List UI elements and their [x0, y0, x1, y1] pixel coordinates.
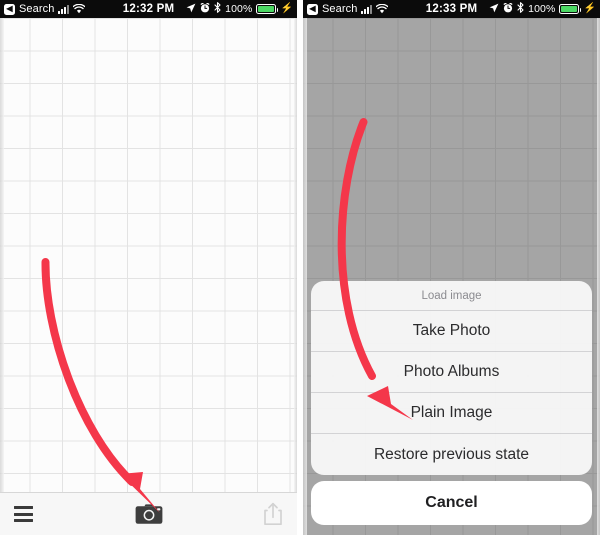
camera-button[interactable]	[104, 493, 194, 535]
alarm-clock-icon	[200, 2, 210, 16]
battery-percent-label: 100%	[225, 3, 253, 15]
menu-button[interactable]	[0, 493, 104, 535]
screenshot-stage: ◀ Search 12:32 PM 100% ⚡ ◀ Search 12:33 …	[0, 0, 600, 535]
location-arrow-icon	[186, 3, 196, 16]
share-icon[interactable]	[263, 502, 283, 526]
action-sheet-title: Load image	[311, 281, 592, 311]
canvas-left-edge-shadow	[0, 18, 4, 535]
action-sheet: Load image Take Photo Photo Albums Plain…	[311, 281, 592, 475]
alarm-clock-icon	[503, 2, 513, 16]
canvas-right-edge-shadow	[294, 18, 297, 535]
bottom-toolbar	[0, 492, 297, 535]
status-bar-left: ◀ Search 12:32 PM 100% ⚡	[0, 0, 297, 18]
action-sheet-cancel-button[interactable]: Cancel	[311, 481, 592, 525]
action-sheet-option-take-photo[interactable]: Take Photo	[311, 311, 592, 352]
bluetooth-icon	[214, 2, 221, 16]
action-sheet-option-photo-albums[interactable]: Photo Albums	[311, 352, 592, 393]
charging-bolt-icon: ⚡	[583, 3, 596, 14]
canvas-left-edge-shadow-right	[303, 18, 307, 535]
charging-bolt-icon: ⚡	[280, 3, 293, 14]
grid-canvas-left[interactable]	[0, 18, 297, 492]
camera-icon[interactable]	[135, 503, 163, 525]
phone-panel-right: ◀ Search 12:33 PM 100% ⚡ Load image Take…	[303, 0, 600, 535]
status-bar-right-group-right: 100% ⚡	[489, 2, 596, 16]
bluetooth-icon	[517, 2, 524, 16]
status-bar-right-group: 100% ⚡	[186, 2, 293, 16]
phone-panel-left: ◀ Search 12:32 PM 100% ⚡	[0, 0, 297, 535]
action-sheet-option-restore-previous-state[interactable]: Restore previous state	[311, 434, 592, 475]
battery-full-icon	[559, 4, 582, 14]
share-button[interactable]	[193, 493, 297, 535]
action-sheet-option-plain-image[interactable]: Plain Image	[311, 393, 592, 434]
menu-icon[interactable]	[14, 506, 33, 522]
location-arrow-icon	[489, 3, 499, 16]
battery-full-icon	[256, 4, 279, 14]
battery-percent-label: 100%	[528, 3, 556, 15]
status-bar-right: ◀ Search 12:33 PM 100% ⚡	[303, 0, 600, 18]
